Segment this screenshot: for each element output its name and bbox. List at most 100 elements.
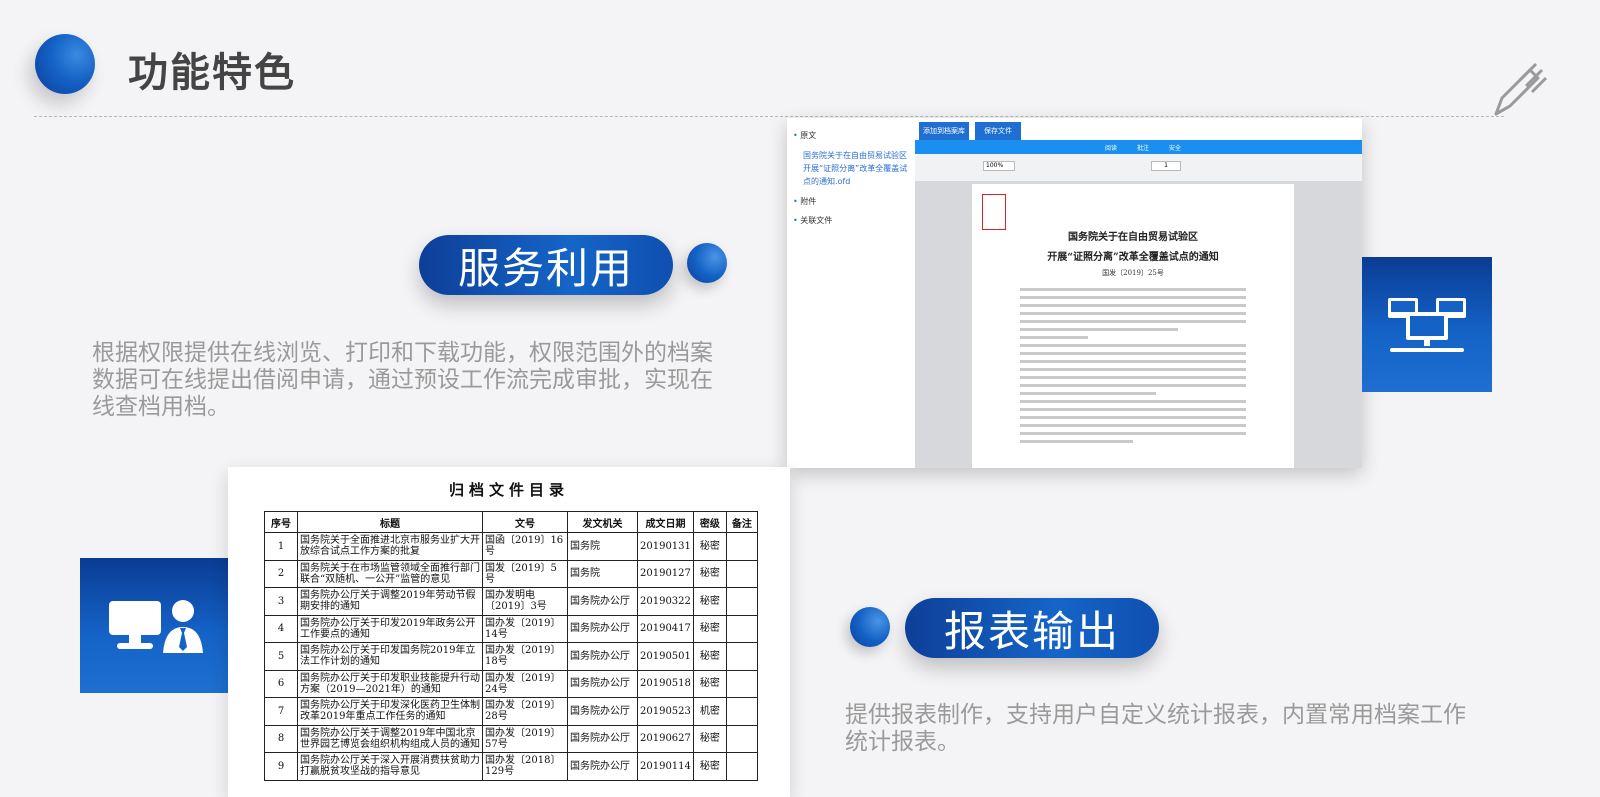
table-cell: 国务院办公厅 [567, 614, 638, 643]
table-cell: 机密 [692, 697, 727, 726]
table-cell: 国务院办公厅关于调整2019年中国北京世界园艺博览会组织机构组成人员的通知 [297, 724, 483, 753]
catalog-title: 归档文件目录 [448, 481, 569, 499]
document-page: 国务院关于在自由贸易试验区 开展“证照分离”改革全覆盖试点的通知 国发〔2019… [972, 184, 1294, 468]
report-ball [850, 607, 890, 647]
table-cell: 国办发〔2019〕24号 [482, 669, 568, 698]
table-row: 6 国务院办公厅关于印发职业技能提升行动方案（2019—2021年）的通知 国办发〔… [264, 669, 758, 698]
viewer-tabs: 添加到档案库 保存文件 [915, 118, 1362, 140]
column-header: 序号 [264, 511, 298, 533]
table-cell: 国办发〔2019〕14号 [482, 614, 568, 643]
table-cell [725, 697, 758, 726]
table-cell: 国务院关于在市场监管领域全面推行部门联合“双随机、一公开”监管的意见 [297, 559, 483, 588]
viewer-menu-bar: 阅读 批注 安全 [915, 140, 1362, 154]
table-cell: 20190501 [637, 642, 694, 671]
catalog-table: 序号 标题 文号 发文机关 成文日期 密级 备注 1 国务院关于全面推进北京市服务… [264, 511, 758, 781]
report-label-pill: 报表输出 [905, 598, 1159, 658]
table-cell: 国办发明电〔2019〕3号 [482, 587, 568, 616]
viewer-toolbar: 100% 1 [915, 154, 1362, 182]
column-header: 密级 [692, 511, 727, 533]
table-cell: 4 [264, 614, 298, 643]
table-cell: 国办发〔2019〕28号 [482, 697, 568, 726]
red-stamp [982, 194, 1006, 230]
table-cell [725, 532, 758, 561]
page-number-input[interactable]: 1 [1151, 161, 1181, 171]
menu-annotate[interactable]: 批注 [1137, 143, 1149, 152]
sidebar-doc-link[interactable]: 国务院关于在自由贸易试验区开展“证照分离”改革全覆盖试点的通知.ofd [793, 149, 909, 188]
sidebar-item-attachment[interactable]: • 附件 [793, 196, 909, 207]
table-cell: 秘密 [692, 669, 727, 698]
table-cell: 20190127 [637, 559, 694, 588]
table-cell [725, 669, 758, 698]
table-cell: 国务院办公厅 [567, 587, 638, 616]
sidebar-item-related[interactable]: • 关联文件 [793, 215, 909, 226]
table-cell [725, 724, 758, 753]
table-cell: 国务院办公厅关于调整2019年劳动节假期安排的通知 [297, 587, 483, 616]
table-header-row: 序号 标题 文号 发文机关 成文日期 密级 备注 [264, 511, 758, 533]
table-cell [725, 559, 758, 588]
table-cell: 国务院办公厅 [567, 642, 638, 671]
table-cell: 国务院办公厅 [567, 669, 638, 698]
menu-read[interactable]: 阅读 [1105, 143, 1117, 152]
table-cell: 20190627 [637, 724, 694, 753]
service-label-pill: 服务利用 [419, 235, 673, 295]
table-cell: 国务院办公厅 [567, 752, 638, 781]
table-cell: 国务院 [567, 559, 638, 588]
table-cell: 国办发〔2019〕57号 [482, 724, 568, 753]
table-row: 7 国务院办公厅关于印发深化医药卫生体制改革2019年重点工作任务的通知 国办发〔2… [264, 697, 758, 726]
table-cell: 秘密 [692, 752, 727, 781]
tab-save-file[interactable]: 保存文件 [975, 122, 1021, 140]
table-cell: 国务院办公厅关于印发职业技能提升行动方案（2019—2021年）的通知 [297, 669, 483, 698]
table-row: 8 国务院办公厅关于调整2019年中国北京世界园艺博览会组织机构组成人员的通知 国办… [264, 724, 758, 753]
table-row: 4 国务院办公厅关于印发2019年政务公开工作要点的通知 国办发〔2019〕14号国… [264, 614, 758, 643]
sidebar-item-original[interactable]: • 原文 [793, 130, 909, 141]
table-cell: 3 [264, 587, 298, 616]
column-header: 发文机关 [567, 511, 638, 533]
table-cell: 秘密 [692, 724, 727, 753]
table-cell: 国务院办公厅关于印发国务院2019年立法工作计划的通知 [297, 642, 483, 671]
page-title: 功能特色 [128, 50, 296, 96]
table-cell: 国务院办公厅关于深入开展消费扶贫助力打赢脱贫攻坚战的指导意见 [297, 752, 483, 781]
table-cell: 国办发〔2018〕129号 [482, 752, 568, 781]
table-row: 2 国务院关于在市场监管领域全面推行部门联合“双随机、一公开”监管的意见 国发〔20… [264, 559, 758, 588]
viewer-sidebar: • 原文 国务院关于在自由贸易试验区开展“证照分离”改革全覆盖试点的通知.ofd… [787, 118, 915, 468]
document-viewer-screenshot: • 原文 国务院关于在自由贸易试验区开展“证照分离”改革全覆盖试点的通知.ofd… [787, 118, 1362, 468]
table-cell: 秘密 [692, 614, 727, 643]
table-cell: 国务院关于全面推进北京市服务业扩大开放综合试点工作方案的批复 [297, 532, 483, 561]
column-header: 备注 [725, 511, 758, 533]
doc-number: 国发〔2019〕25号 [1102, 269, 1164, 277]
doc-title-line2: 开展“证照分离”改革全覆盖试点的通知 [1047, 252, 1219, 263]
table-cell [725, 642, 758, 671]
table-cell [725, 752, 758, 781]
table-cell: 2 [264, 559, 298, 588]
archive-catalog-screenshot: 归档文件目录 序号 标题 文号 发文机关 成文日期 密级 备注 1 国务院关于全面… [228, 467, 790, 797]
service-ball [687, 243, 727, 283]
table-row: 1 国务院关于全面推进北京市服务业扩大开放综合试点工作方案的批复 国函〔2019〕1… [264, 532, 758, 561]
table-cell: 秘密 [692, 559, 727, 588]
doc-title-line1: 国务院关于在自由贸易试验区 [1068, 232, 1198, 243]
table-cell: 国务院办公厅 [567, 724, 638, 753]
table-cell: 国务院 [567, 532, 638, 561]
pen-icon [1494, 62, 1548, 116]
table-cell [725, 614, 758, 643]
table-cell: 20190322 [637, 587, 694, 616]
tab-add-archive[interactable]: 添加到档案库 [919, 122, 969, 140]
header-divider [34, 116, 1504, 117]
column-header: 标题 [297, 511, 483, 533]
table-cell: 8 [264, 724, 298, 753]
table-cell: 国发〔2019〕5号 [482, 559, 568, 588]
doc-body-lines [1020, 288, 1246, 448]
table-cell: 国务院办公厅 [567, 697, 638, 726]
table-cell: 1 [264, 532, 298, 561]
report-description: 提供报表制作，支持用户自定义统计报表，内置常用档案工作统计报表。 [845, 702, 1466, 755]
user-computer-icon [109, 599, 203, 653]
table-cell: 国办发〔2019〕18号 [482, 642, 568, 671]
column-header: 文号 [482, 511, 568, 533]
table-cell: 20190417 [637, 614, 694, 643]
zoom-select[interactable]: 100% [983, 161, 1015, 171]
table-cell: 7 [264, 697, 298, 726]
table-cell: 9 [264, 752, 298, 781]
table-row: 3 国务院办公厅关于调整2019年劳动节假期安排的通知 国办发明电〔2019〕3号国… [264, 587, 758, 616]
menu-security[interactable]: 安全 [1169, 143, 1181, 152]
table-cell: 国务院办公厅关于印发2019年政务公开工作要点的通知 [297, 614, 483, 643]
table-row: 9 国务院办公厅关于深入开展消费扶贫助力打赢脱贫攻坚战的指导意见 国办发〔2018〕… [264, 752, 758, 781]
